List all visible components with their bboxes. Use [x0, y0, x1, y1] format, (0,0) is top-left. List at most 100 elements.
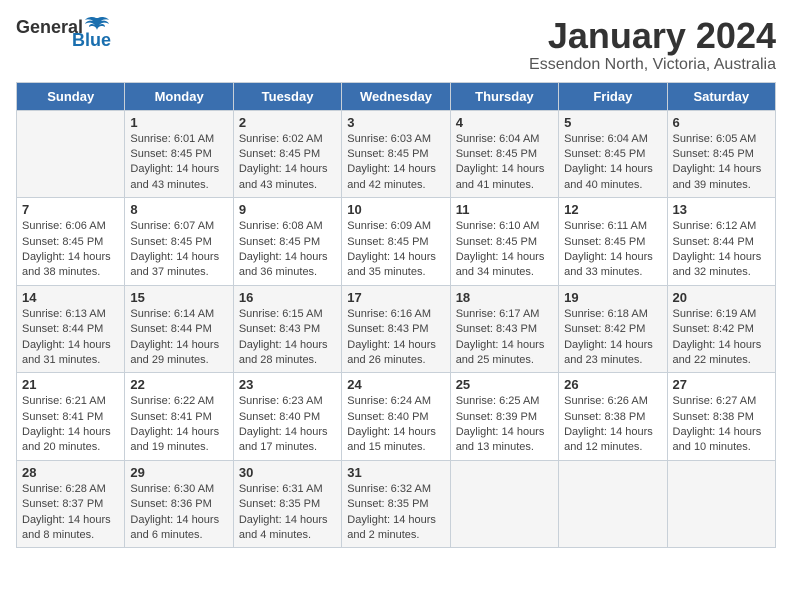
week-row-3: 14 Sunrise: 6:13 AMSunset: 8:44 PMDayligh…: [17, 285, 776, 373]
day-info: Sunrise: 6:12 AMSunset: 8:44 PMDaylight:…: [673, 219, 770, 281]
day-number: 9: [239, 202, 336, 217]
day-info: Sunrise: 6:28 AMSunset: 8:37 PMDaylight:…: [22, 482, 119, 544]
calendar-cell: 22 Sunrise: 6:22 AMSunset: 8:41 PMDayligh…: [125, 373, 233, 461]
day-number: 31: [347, 465, 444, 480]
day-number: 5: [564, 115, 661, 130]
day-number: 25: [456, 377, 553, 392]
day-info: Sunrise: 6:09 AMSunset: 8:45 PMDaylight:…: [347, 219, 444, 281]
calendar-cell: [450, 460, 558, 548]
day-info: Sunrise: 6:01 AMSunset: 8:45 PMDaylight:…: [130, 132, 227, 194]
day-number: 11: [456, 202, 553, 217]
day-info: Sunrise: 6:13 AMSunset: 8:44 PMDaylight:…: [22, 307, 119, 369]
calendar-cell: 7 Sunrise: 6:06 AMSunset: 8:45 PMDaylight…: [17, 198, 125, 286]
logo-blue: Blue: [72, 30, 111, 51]
day-info: Sunrise: 6:27 AMSunset: 8:38 PMDaylight:…: [673, 394, 770, 456]
day-info: Sunrise: 6:24 AMSunset: 8:40 PMDaylight:…: [347, 394, 444, 456]
day-info: Sunrise: 6:25 AMSunset: 8:39 PMDaylight:…: [456, 394, 553, 456]
day-number: 1: [130, 115, 227, 130]
calendar-cell: 26 Sunrise: 6:26 AMSunset: 8:38 PMDayligh…: [559, 373, 667, 461]
day-info: Sunrise: 6:11 AMSunset: 8:45 PMDaylight:…: [564, 219, 661, 281]
day-info: Sunrise: 6:05 AMSunset: 8:45 PMDaylight:…: [673, 132, 770, 194]
day-number: 12: [564, 202, 661, 217]
day-number: 14: [22, 290, 119, 305]
day-number: 15: [130, 290, 227, 305]
day-number: 4: [456, 115, 553, 130]
calendar-cell: 31 Sunrise: 6:32 AMSunset: 8:35 PMDayligh…: [342, 460, 450, 548]
calendar-cell: 29 Sunrise: 6:30 AMSunset: 8:36 PMDayligh…: [125, 460, 233, 548]
day-number: 7: [22, 202, 119, 217]
day-number: 30: [239, 465, 336, 480]
calendar-cell: 10 Sunrise: 6:09 AMSunset: 8:45 PMDayligh…: [342, 198, 450, 286]
calendar-cell: [17, 110, 125, 198]
day-info: Sunrise: 6:15 AMSunset: 8:43 PMDaylight:…: [239, 307, 336, 369]
day-info: Sunrise: 6:30 AMSunset: 8:36 PMDaylight:…: [130, 482, 227, 544]
logo: General Blue: [16, 16, 111, 51]
day-number: 2: [239, 115, 336, 130]
day-info: Sunrise: 6:08 AMSunset: 8:45 PMDaylight:…: [239, 219, 336, 281]
day-info: Sunrise: 6:26 AMSunset: 8:38 PMDaylight:…: [564, 394, 661, 456]
day-info: Sunrise: 6:22 AMSunset: 8:41 PMDaylight:…: [130, 394, 227, 456]
day-info: Sunrise: 6:19 AMSunset: 8:42 PMDaylight:…: [673, 307, 770, 369]
calendar-cell: 27 Sunrise: 6:27 AMSunset: 8:38 PMDayligh…: [667, 373, 775, 461]
calendar-cell: 6 Sunrise: 6:05 AMSunset: 8:45 PMDaylight…: [667, 110, 775, 198]
day-number: 17: [347, 290, 444, 305]
title-section: January 2024 Essendon North, Victoria, A…: [529, 16, 776, 74]
day-info: Sunrise: 6:07 AMSunset: 8:45 PMDaylight:…: [130, 219, 227, 281]
calendar-cell: 9 Sunrise: 6:08 AMSunset: 8:45 PMDaylight…: [233, 198, 341, 286]
day-info: Sunrise: 6:04 AMSunset: 8:45 PMDaylight:…: [456, 132, 553, 194]
day-number: 16: [239, 290, 336, 305]
day-info: Sunrise: 6:23 AMSunset: 8:40 PMDaylight:…: [239, 394, 336, 456]
day-header-thursday: Thursday: [450, 82, 558, 110]
calendar-cell: 17 Sunrise: 6:16 AMSunset: 8:43 PMDayligh…: [342, 285, 450, 373]
day-number: 10: [347, 202, 444, 217]
day-number: 24: [347, 377, 444, 392]
day-info: Sunrise: 6:14 AMSunset: 8:44 PMDaylight:…: [130, 307, 227, 369]
day-number: 27: [673, 377, 770, 392]
day-number: 13: [673, 202, 770, 217]
day-number: 3: [347, 115, 444, 130]
calendar-cell: 1 Sunrise: 6:01 AMSunset: 8:45 PMDaylight…: [125, 110, 233, 198]
header: General Blue January 2024 Essendon North…: [16, 16, 776, 74]
day-info: Sunrise: 6:02 AMSunset: 8:45 PMDaylight:…: [239, 132, 336, 194]
day-number: 28: [22, 465, 119, 480]
day-info: Sunrise: 6:10 AMSunset: 8:45 PMDaylight:…: [456, 219, 553, 281]
day-number: 23: [239, 377, 336, 392]
week-row-5: 28 Sunrise: 6:28 AMSunset: 8:37 PMDayligh…: [17, 460, 776, 548]
calendar-table: SundayMondayTuesdayWednesdayThursdayFrid…: [16, 82, 776, 549]
calendar-subtitle: Essendon North, Victoria, Australia: [529, 56, 776, 74]
day-number: 29: [130, 465, 227, 480]
day-number: 26: [564, 377, 661, 392]
calendar-cell: 20 Sunrise: 6:19 AMSunset: 8:42 PMDayligh…: [667, 285, 775, 373]
calendar-cell: 25 Sunrise: 6:25 AMSunset: 8:39 PMDayligh…: [450, 373, 558, 461]
day-number: 22: [130, 377, 227, 392]
day-number: 6: [673, 115, 770, 130]
day-info: Sunrise: 6:21 AMSunset: 8:41 PMDaylight:…: [22, 394, 119, 456]
week-row-1: 1 Sunrise: 6:01 AMSunset: 8:45 PMDaylight…: [17, 110, 776, 198]
day-info: Sunrise: 6:06 AMSunset: 8:45 PMDaylight:…: [22, 219, 119, 281]
calendar-cell: 15 Sunrise: 6:14 AMSunset: 8:44 PMDayligh…: [125, 285, 233, 373]
calendar-cell: 14 Sunrise: 6:13 AMSunset: 8:44 PMDayligh…: [17, 285, 125, 373]
day-header-wednesday: Wednesday: [342, 82, 450, 110]
calendar-cell: 18Sunrise: 6:17 AMSunset: 8:43 PMDayligh…: [450, 285, 558, 373]
day-headers-row: SundayMondayTuesdayWednesdayThursdayFrid…: [17, 82, 776, 110]
day-info: Sunrise: 6:17 AMSunset: 8:43 PMDaylight:…: [456, 307, 553, 369]
day-info: Sunrise: 6:16 AMSunset: 8:43 PMDaylight:…: [347, 307, 444, 369]
calendar-cell: [667, 460, 775, 548]
week-row-2: 7 Sunrise: 6:06 AMSunset: 8:45 PMDaylight…: [17, 198, 776, 286]
calendar-cell: 13 Sunrise: 6:12 AMSunset: 8:44 PMDayligh…: [667, 198, 775, 286]
day-header-tuesday: Tuesday: [233, 82, 341, 110]
day-info: Sunrise: 6:18 AMSunset: 8:42 PMDaylight:…: [564, 307, 661, 369]
calendar-title: January 2024: [529, 16, 776, 56]
day-info: Sunrise: 6:03 AMSunset: 8:45 PMDaylight:…: [347, 132, 444, 194]
calendar-cell: 21 Sunrise: 6:21 AMSunset: 8:41 PMDayligh…: [17, 373, 125, 461]
day-number: 21: [22, 377, 119, 392]
calendar-cell: 16 Sunrise: 6:15 AMSunset: 8:43 PMDayligh…: [233, 285, 341, 373]
day-number: 20: [673, 290, 770, 305]
day-header-monday: Monday: [125, 82, 233, 110]
day-info: Sunrise: 6:32 AMSunset: 8:35 PMDaylight:…: [347, 482, 444, 544]
day-header-friday: Friday: [559, 82, 667, 110]
day-info: Sunrise: 6:04 AMSunset: 8:45 PMDaylight:…: [564, 132, 661, 194]
calendar-cell: 19Sunrise: 6:18 AMSunset: 8:42 PMDayligh…: [559, 285, 667, 373]
calendar-cell: 5 Sunrise: 6:04 AMSunset: 8:45 PMDaylight…: [559, 110, 667, 198]
calendar-cell: 2 Sunrise: 6:02 AMSunset: 8:45 PMDaylight…: [233, 110, 341, 198]
